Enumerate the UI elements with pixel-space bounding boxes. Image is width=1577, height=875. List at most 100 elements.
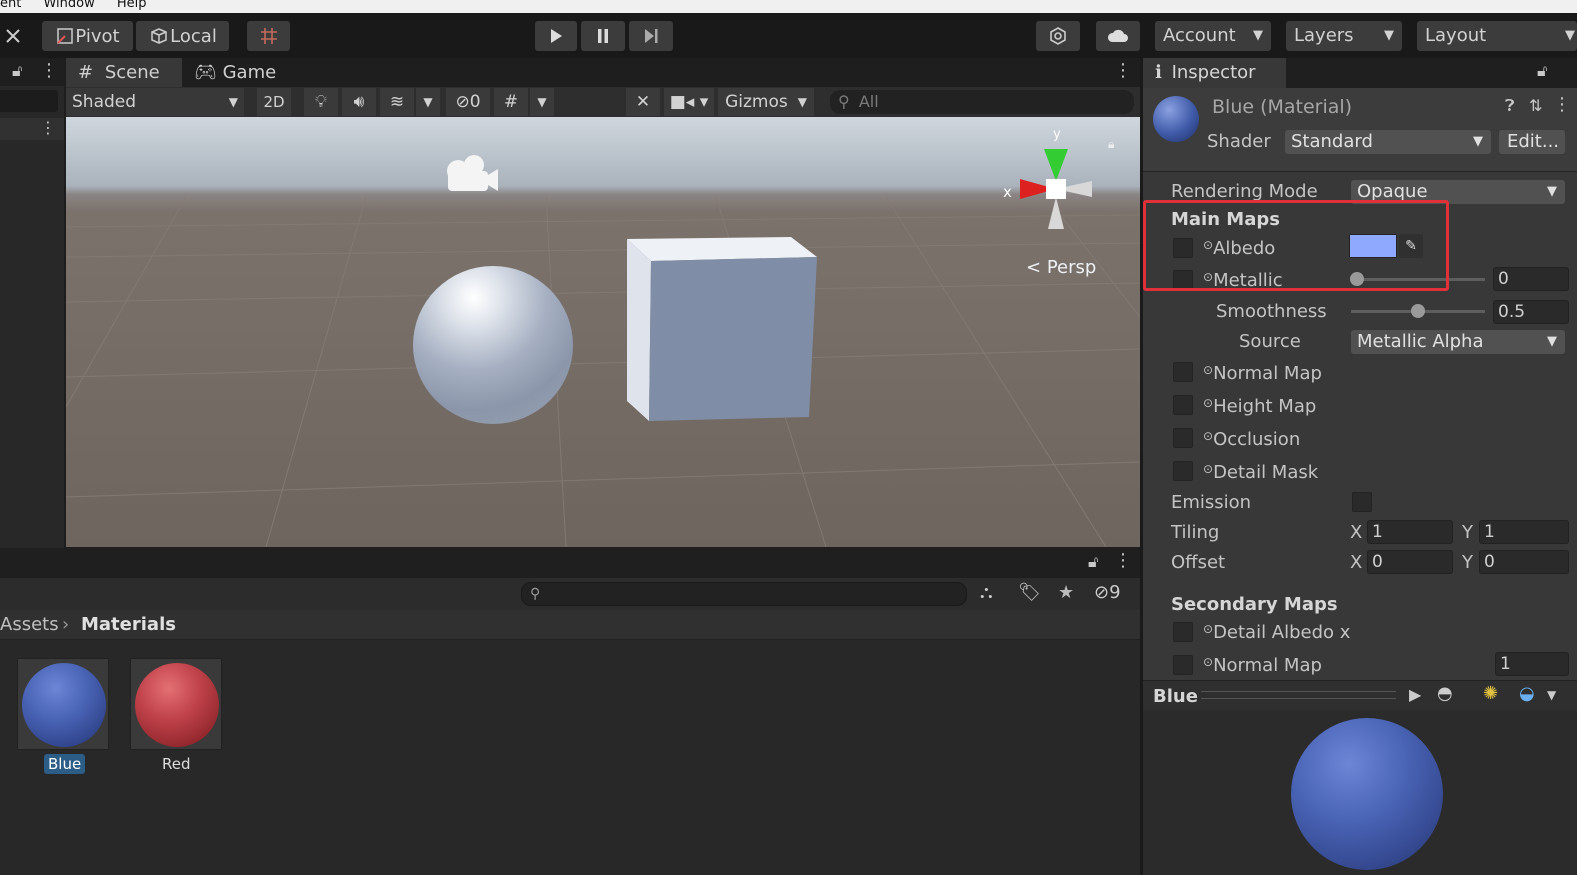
scene-search-input[interactable]: ⚲ All: [830, 90, 1134, 114]
lock-icon[interactable]: 🔓︎: [1537, 61, 1547, 81]
emission-checkbox[interactable]: [1352, 492, 1372, 512]
more-icon[interactable]: ⋮: [1114, 550, 1132, 571]
camera-dropdown[interactable]: ■◂ ▾: [664, 88, 714, 116]
sphere-object[interactable]: [413, 266, 573, 424]
source-dropdown[interactable]: Metallic Alpha ▼: [1351, 330, 1565, 354]
play-button[interactable]: [535, 21, 577, 51]
occlusion-slot[interactable]: [1173, 428, 1193, 448]
target-icon: ⊙: [1203, 462, 1214, 476]
panel-divider[interactable]: [1140, 58, 1143, 875]
step-icon: [645, 29, 658, 43]
pivot-label: Pivot: [75, 25, 120, 47]
secondary-normal-scale-field[interactable]: 1: [1495, 652, 1569, 676]
material-preview[interactable]: [1143, 710, 1577, 875]
tiling-x-field[interactable]: 1: [1367, 520, 1453, 544]
lock-icon[interactable]: 🔒︎: [1108, 137, 1114, 152]
caret-down-icon: ▼: [1253, 28, 1263, 43]
audio-toggle[interactable]: 🔊︎: [342, 88, 376, 116]
menu-item-help[interactable]: Help: [117, 0, 147, 10]
cube-object[interactable]: [621, 235, 821, 425]
asset-label-blue[interactable]: Blue: [44, 754, 86, 774]
gizmos-label: Gizmos: [725, 92, 788, 112]
breadcrumb-assets[interactable]: Assets: [0, 610, 59, 640]
detail-mask-slot[interactable]: [1173, 461, 1193, 481]
smoothness-slider-knob[interactable]: [1411, 304, 1425, 318]
grid-toggle[interactable]: #: [494, 88, 528, 116]
preview-shape-icon[interactable]: ◓: [1437, 683, 1453, 704]
grid-snap-button[interactable]: [247, 21, 290, 51]
more-icon[interactable]: ⋮: [1553, 94, 1571, 115]
height-map-slot[interactable]: [1173, 395, 1193, 415]
more-icon[interactable]: ⋮: [1114, 60, 1132, 81]
asset-thumbnail-red[interactable]: [130, 658, 222, 750]
smoothness-value-field[interactable]: 0.5: [1493, 300, 1569, 324]
account-dropdown[interactable]: Account ▼: [1155, 21, 1271, 51]
speaker-icon: 🔊︎: [353, 92, 365, 112]
hidden-objects-toggle[interactable]: ⊘ 0: [446, 88, 490, 116]
filter-type-icon[interactable]: ⛬: [980, 582, 993, 603]
axis-gizmo[interactable]: [996, 131, 1116, 241]
pivot-button[interactable]: Pivot: [42, 21, 133, 51]
asset-label-red[interactable]: Red: [162, 754, 191, 774]
tag-icon[interactable]: 🏷︎: [1018, 582, 1041, 603]
more-icon[interactable]: ⋮: [40, 118, 56, 137]
breadcrumb-materials[interactable]: Materials: [81, 610, 176, 640]
asset-sphere-blue: [22, 663, 106, 747]
more-icon[interactable]: ⋮: [40, 60, 58, 81]
step-button[interactable]: [629, 21, 673, 51]
project-search-input[interactable]: ⚲: [521, 582, 967, 606]
layers-label: Layers: [1294, 25, 1354, 46]
tools-toggle[interactable]: ✕: [626, 88, 660, 116]
offset-x-field[interactable]: 0: [1367, 550, 1453, 574]
effects-dropdown[interactable]: ▼: [416, 88, 440, 116]
tab-game[interactable]: 🎮︎ Game: [194, 58, 294, 88]
2d-toggle[interactable]: 2D: [257, 88, 291, 116]
hidden-packages-toggle[interactable]: ⊘9: [1094, 582, 1121, 603]
asset-thumbnail-blue[interactable]: [17, 658, 109, 750]
cloud-button[interactable]: [1096, 21, 1140, 51]
preview-drag-handle[interactable]: [1201, 691, 1396, 699]
gizmos-dropdown[interactable]: Gizmos ▼: [718, 88, 814, 116]
preview-light-icon[interactable]: ✺: [1483, 683, 1498, 704]
scene-viewport[interactable]: y x 🔒︎ < Persp: [66, 117, 1140, 547]
shader-edit-button[interactable]: Edit...: [1499, 130, 1565, 154]
pause-icon: [598, 29, 608, 43]
tiling-y-field[interactable]: 1: [1479, 520, 1569, 544]
tab-scene[interactable]: # Scene: [66, 58, 182, 88]
perspective-label[interactable]: < Persp: [1026, 257, 1096, 278]
material-header: Blue (Material) ❓︎ ⇅ ⋮ Shader Standard ▼…: [1143, 88, 1577, 172]
lock-icon[interactable]: 🔓︎: [12, 61, 22, 81]
help-icon[interactable]: ❓︎: [1505, 96, 1515, 116]
play-icon[interactable]: ▶: [1409, 685, 1421, 704]
lock-icon[interactable]: 🔓︎: [1088, 552, 1098, 572]
menu-item-window[interactable]: Window: [43, 0, 94, 10]
star-icon[interactable]: ★: [1058, 582, 1074, 603]
hierarchy-scene-row[interactable]: ⋮: [0, 118, 64, 140]
pause-button[interactable]: [581, 21, 625, 51]
metallic-value-field[interactable]: 0: [1493, 267, 1569, 291]
lighting-toggle[interactable]: 💡︎: [304, 88, 338, 116]
effects-toggle[interactable]: ≋: [380, 88, 414, 116]
layout-dropdown[interactable]: Layout ▼: [1417, 21, 1577, 51]
menu-item-edit[interactable]: ent: [0, 0, 21, 10]
hierarchy-search-input[interactable]: [0, 90, 58, 112]
caret-down-icon[interactable]: ▼: [1547, 688, 1556, 702]
offset-y-field[interactable]: 0: [1479, 550, 1569, 574]
shading-mode-dropdown[interactable]: Shaded ▼: [66, 88, 244, 116]
layers-dropdown[interactable]: Layers ▼: [1286, 21, 1402, 51]
shader-value: Standard: [1291, 131, 1373, 152]
tools-icon[interactable]: [0, 21, 26, 51]
caret-down-icon: ▼: [1547, 184, 1557, 199]
settings-sliders-icon[interactable]: ⇅: [1529, 96, 1542, 115]
chevron-right-icon: ›: [62, 614, 70, 635]
secondary-normal-map-slot[interactable]: [1173, 655, 1193, 675]
tab-inspector[interactable]: ℹ︎ Inspector: [1143, 58, 1286, 88]
local-button[interactable]: Local: [136, 21, 229, 51]
grid-dropdown[interactable]: ▼: [530, 88, 554, 116]
shader-dropdown[interactable]: Standard ▼: [1285, 130, 1491, 154]
camera-gizmo-icon[interactable]: [438, 151, 502, 197]
detail-albedo-slot[interactable]: [1173, 622, 1193, 642]
normal-map-slot[interactable]: [1173, 362, 1193, 382]
collab-button[interactable]: [1036, 21, 1080, 51]
preview-mesh-icon[interactable]: ◒: [1519, 683, 1535, 704]
